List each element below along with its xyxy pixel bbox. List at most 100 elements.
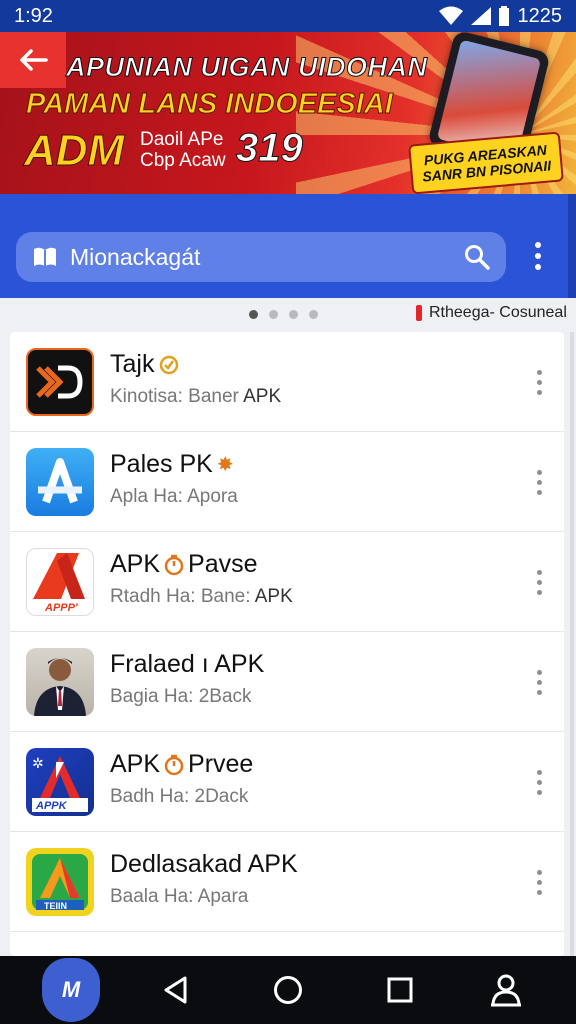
app-icon-apk-pavse[interactable]: APPP' [26, 548, 94, 616]
item-menu-button[interactable] [532, 862, 546, 902]
home-nav-button[interactable] [262, 956, 314, 1024]
item-menu-button[interactable] [532, 362, 546, 402]
app-title: APK Prvee [110, 750, 253, 779]
app-subtitle: Baala Ha: Apara [110, 886, 248, 908]
status-right: 1225 [438, 5, 562, 28]
app-subtitle-text: Kinotisa: Baner [110, 386, 239, 407]
launcher-button[interactable]: M [42, 958, 100, 1022]
app-icon-label: APPP' [44, 602, 78, 614]
app-subtitle: Apla Ha: Apora [110, 486, 238, 508]
item-menu-button[interactable] [532, 762, 546, 802]
app-title-text: Tajk [110, 350, 155, 378]
back-nav-button[interactable] [150, 956, 202, 1024]
app-title-text: Dedlasakad APK [110, 850, 298, 878]
play-d-logo-icon [36, 365, 83, 399]
list-item[interactable]: APPK ✲ APK Prvee Badh Ha: 2Dack [10, 732, 564, 832]
list-item[interactable]: Tajk Kinotisa: Baner APK [10, 332, 564, 432]
dot-icon [536, 569, 542, 575]
search-bar[interactable]: Mionackagát [16, 232, 506, 282]
svg-text:✲: ✲ [32, 756, 44, 772]
page-dot[interactable] [289, 310, 298, 319]
status-icons [438, 6, 510, 26]
recents-square-icon [387, 977, 413, 1003]
banner-small-line1: Daoil APe [140, 129, 224, 150]
app-subtitle: Bagia Ha: 2Back [110, 686, 252, 708]
battery-icon [498, 6, 509, 26]
dot-icon [536, 479, 542, 485]
page-dot[interactable] [269, 310, 278, 319]
back-button[interactable] [0, 32, 66, 88]
app-title: Dedlasakad APK [110, 850, 298, 879]
dot-icon [536, 679, 542, 685]
category-label-text: Rtheega- Cosuneal [429, 304, 567, 321]
overflow-menu-button[interactable] [528, 236, 548, 276]
navigation-bar: M [0, 956, 576, 1024]
app-icon-label: TEIIN [44, 901, 67, 911]
home-circle-icon [274, 976, 302, 1004]
app-title: APK Pavse [110, 550, 258, 579]
list-item-partial[interactable] [10, 932, 564, 956]
profile-nav-button[interactable] [480, 956, 532, 1024]
dot-icon [536, 689, 542, 695]
banner-small-text: Daoil APe Cbp Acaw [140, 129, 226, 171]
list-item[interactable]: Fralaed ı APK Bagia Ha: 2Back [10, 632, 564, 732]
app-subtitle-tag: APK [254, 586, 293, 607]
dot-icon [536, 769, 542, 775]
dot-icon [536, 879, 542, 885]
dot-icon [535, 264, 541, 270]
banner-adm: ADM [23, 126, 125, 176]
dot-icon [535, 242, 541, 248]
app-title-text: Fralaed ı APK [110, 650, 265, 678]
banner-small-line2: Cbp Acaw [140, 150, 226, 171]
page-dots[interactable] [249, 310, 318, 319]
banner-subheadline: PAMAN LANS INDOEESIAI [26, 88, 394, 121]
dot-icon [536, 579, 542, 585]
dot-icon [536, 379, 542, 385]
app-store-a-icon [38, 458, 82, 504]
app-subtitle: Kinotisa: Baner APK [110, 386, 281, 408]
dot-icon [536, 669, 542, 675]
item-menu-button[interactable] [532, 662, 546, 702]
item-menu-button[interactable] [532, 562, 546, 602]
blue-red-a-logo-icon: APPK ✲ [32, 756, 88, 812]
app-subtitle-tag: APK [243, 386, 282, 407]
appbar-edge [568, 194, 576, 298]
person-photo-icon [34, 658, 86, 716]
app-title: Tajk [110, 350, 180, 379]
carousel-indicator-row: Rtheega- Cosuneal [0, 298, 576, 332]
search-icon[interactable] [464, 244, 490, 270]
page-dot-active[interactable] [249, 310, 258, 319]
list-item[interactable]: Pales PK ✸ Apla Ha: Apora [10, 432, 564, 532]
launcher-label: M [61, 977, 81, 1002]
app-icon-dedlasakad[interactable]: TEIIN [26, 848, 94, 916]
list-item[interactable]: TEIIN Dedlasakad APK Baala Ha: Apara [10, 832, 564, 932]
recents-nav-button[interactable] [374, 956, 426, 1024]
red-marker-icon [416, 305, 422, 321]
back-arrow-icon [20, 49, 48, 71]
dot-icon [536, 389, 542, 395]
app-icon-apk-prvee[interactable]: APPK ✲ [26, 748, 94, 816]
app-subtitle-text: Bagia Ha: 2Back [110, 686, 252, 707]
app-icon-tajk[interactable] [26, 348, 94, 416]
dot-icon [536, 589, 542, 595]
star-badge-icon: ✸ [216, 454, 234, 476]
app-icon-label: APPK [35, 800, 68, 812]
app-title-text: APK [110, 550, 161, 578]
status-time: 1:92 [14, 4, 53, 27]
app-title-text: APK [110, 750, 161, 778]
item-menu-button[interactable] [532, 462, 546, 502]
scrollbar[interactable] [570, 332, 574, 956]
signal-icon [470, 7, 491, 25]
app-icon-pales[interactable] [26, 448, 94, 516]
page-dot[interactable] [309, 310, 318, 319]
banner-headline: APUNIAN UIGAN UIDOHAN [66, 52, 428, 83]
dot-icon [535, 253, 541, 259]
dot-icon [536, 889, 542, 895]
colorful-a-logo-icon: TEIIN [32, 854, 88, 911]
app-bar: Mionackagát [0, 194, 576, 298]
app-icon-fralaed[interactable] [26, 648, 94, 716]
user-icon [491, 974, 521, 1007]
category-label[interactable]: Rtheega- Cosuneal [416, 304, 567, 322]
dot-icon [536, 489, 542, 495]
list-item[interactable]: APPP' APK Pavse Rtadh Ha: Bane: APK [10, 532, 564, 632]
